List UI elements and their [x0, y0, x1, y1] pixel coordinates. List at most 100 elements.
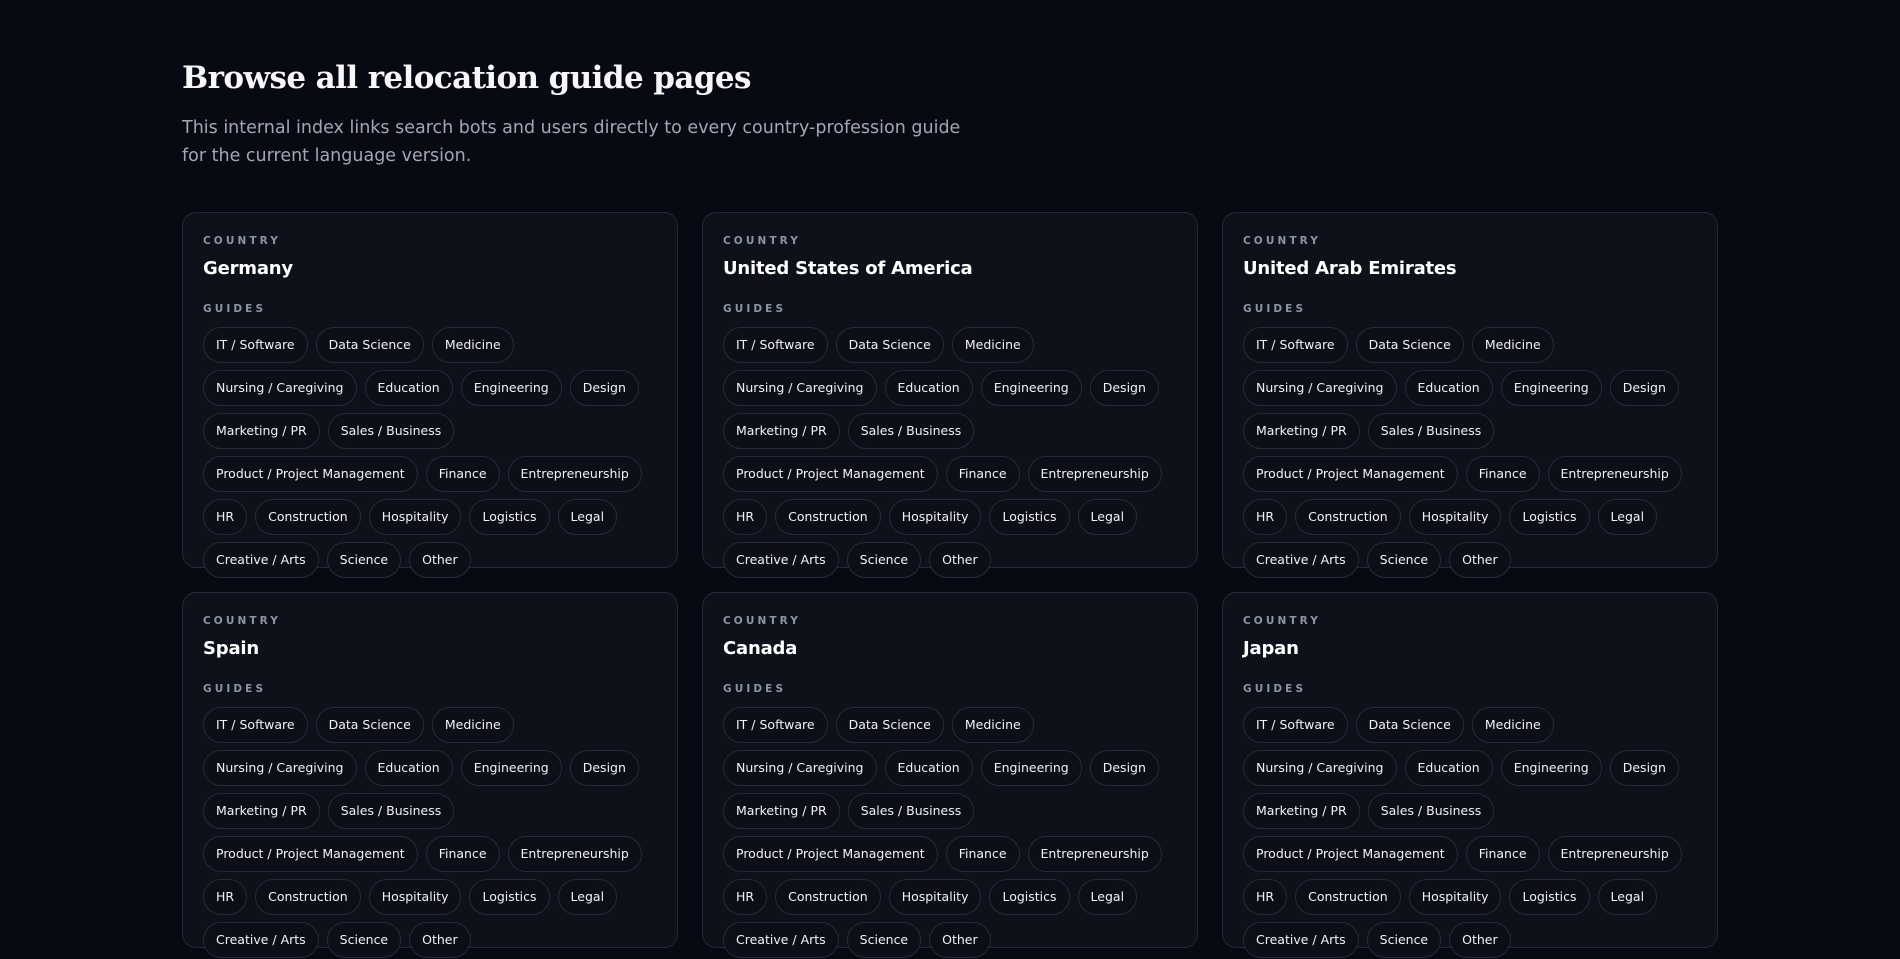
guide-link-science[interactable]: Science: [326, 542, 402, 578]
guide-link-other[interactable]: Other: [1449, 542, 1511, 578]
guide-link-other[interactable]: Other: [929, 542, 991, 578]
guide-link-sales-business[interactable]: Sales / Business: [327, 413, 455, 449]
guide-link-sales-business[interactable]: Sales / Business: [847, 413, 975, 449]
guide-link-marketing-pr[interactable]: Marketing / PR: [1243, 793, 1360, 829]
guide-link-education[interactable]: Education: [364, 750, 453, 786]
guide-link-finance[interactable]: Finance: [945, 456, 1020, 492]
guide-link-creative-arts[interactable]: Creative / Arts: [723, 542, 839, 578]
guide-link-science[interactable]: Science: [846, 922, 922, 958]
guide-link-legal[interactable]: Legal: [1077, 879, 1138, 915]
guide-link-logistics[interactable]: Logistics: [469, 879, 550, 915]
guide-link-hospitality[interactable]: Hospitality: [1408, 499, 1502, 535]
guide-link-education[interactable]: Education: [1404, 750, 1493, 786]
guide-link-finance[interactable]: Finance: [1465, 456, 1540, 492]
guide-link-data-science[interactable]: Data Science: [1355, 707, 1464, 743]
guide-link-product-project-management[interactable]: Product / Project Management: [723, 456, 938, 492]
guide-link-nursing-caregiving[interactable]: Nursing / Caregiving: [723, 750, 877, 786]
guide-link-hospitality[interactable]: Hospitality: [888, 879, 982, 915]
guide-link-education[interactable]: Education: [1404, 370, 1493, 406]
guide-link-construction[interactable]: Construction: [775, 879, 881, 915]
guide-link-nursing-caregiving[interactable]: Nursing / Caregiving: [203, 750, 357, 786]
guide-link-education[interactable]: Education: [884, 750, 973, 786]
guide-link-creative-arts[interactable]: Creative / Arts: [203, 922, 319, 958]
guide-link-nursing-caregiving[interactable]: Nursing / Caregiving: [1243, 370, 1397, 406]
guide-link-education[interactable]: Education: [884, 370, 973, 406]
guide-link-other[interactable]: Other: [929, 922, 991, 958]
guide-link-marketing-pr[interactable]: Marketing / PR: [203, 413, 320, 449]
guide-link-hr[interactable]: HR: [723, 879, 768, 915]
guide-link-data-science[interactable]: Data Science: [315, 327, 424, 363]
guide-link-it-software[interactable]: IT / Software: [203, 707, 308, 743]
guide-link-logistics[interactable]: Logistics: [989, 499, 1070, 535]
guide-link-other[interactable]: Other: [1449, 922, 1511, 958]
guide-link-science[interactable]: Science: [846, 542, 922, 578]
guide-link-hr[interactable]: HR: [1243, 879, 1288, 915]
guide-link-creative-arts[interactable]: Creative / Arts: [1243, 922, 1359, 958]
guide-link-entrepreneurship[interactable]: Entrepreneurship: [1027, 456, 1162, 492]
guide-link-legal[interactable]: Legal: [1597, 499, 1658, 535]
guide-link-science[interactable]: Science: [1366, 922, 1442, 958]
guide-link-construction[interactable]: Construction: [775, 499, 881, 535]
guide-link-product-project-management[interactable]: Product / Project Management: [1243, 836, 1458, 872]
guide-link-engineering[interactable]: Engineering: [980, 370, 1082, 406]
guide-link-entrepreneurship[interactable]: Entrepreneurship: [507, 456, 642, 492]
guide-link-medicine[interactable]: Medicine: [951, 327, 1034, 363]
guide-link-design[interactable]: Design: [1609, 370, 1679, 406]
guide-link-hospitality[interactable]: Hospitality: [368, 879, 462, 915]
guide-link-legal[interactable]: Legal: [557, 879, 618, 915]
guide-link-marketing-pr[interactable]: Marketing / PR: [723, 793, 840, 829]
guide-link-medicine[interactable]: Medicine: [1471, 707, 1554, 743]
guide-link-sales-business[interactable]: Sales / Business: [1367, 793, 1495, 829]
guide-link-engineering[interactable]: Engineering: [460, 750, 562, 786]
guide-link-it-software[interactable]: IT / Software: [723, 707, 828, 743]
guide-link-nursing-caregiving[interactable]: Nursing / Caregiving: [203, 370, 357, 406]
guide-link-engineering[interactable]: Engineering: [980, 750, 1082, 786]
guide-link-creative-arts[interactable]: Creative / Arts: [723, 922, 839, 958]
guide-link-design[interactable]: Design: [569, 370, 639, 406]
guide-link-entrepreneurship[interactable]: Entrepreneurship: [1547, 836, 1682, 872]
guide-link-product-project-management[interactable]: Product / Project Management: [203, 836, 418, 872]
guide-link-product-project-management[interactable]: Product / Project Management: [723, 836, 938, 872]
guide-link-design[interactable]: Design: [1609, 750, 1679, 786]
guide-link-hr[interactable]: HR: [203, 879, 248, 915]
guide-link-creative-arts[interactable]: Creative / Arts: [203, 542, 319, 578]
guide-link-logistics[interactable]: Logistics: [989, 879, 1070, 915]
guide-link-hr[interactable]: HR: [1243, 499, 1288, 535]
guide-link-legal[interactable]: Legal: [1597, 879, 1658, 915]
guide-link-education[interactable]: Education: [364, 370, 453, 406]
guide-link-logistics[interactable]: Logistics: [469, 499, 550, 535]
guide-link-science[interactable]: Science: [1366, 542, 1442, 578]
guide-link-finance[interactable]: Finance: [945, 836, 1020, 872]
guide-link-construction[interactable]: Construction: [1295, 499, 1401, 535]
guide-link-finance[interactable]: Finance: [425, 456, 500, 492]
guide-link-data-science[interactable]: Data Science: [1355, 327, 1464, 363]
guide-link-entrepreneurship[interactable]: Entrepreneurship: [507, 836, 642, 872]
guide-link-product-project-management[interactable]: Product / Project Management: [203, 456, 418, 492]
guide-link-nursing-caregiving[interactable]: Nursing / Caregiving: [1243, 750, 1397, 786]
guide-link-legal[interactable]: Legal: [557, 499, 618, 535]
guide-link-engineering[interactable]: Engineering: [1500, 750, 1602, 786]
guide-link-other[interactable]: Other: [409, 922, 471, 958]
guide-link-creative-arts[interactable]: Creative / Arts: [1243, 542, 1359, 578]
guide-link-it-software[interactable]: IT / Software: [1243, 707, 1348, 743]
guide-link-it-software[interactable]: IT / Software: [723, 327, 828, 363]
guide-link-design[interactable]: Design: [569, 750, 639, 786]
guide-link-engineering[interactable]: Engineering: [1500, 370, 1602, 406]
guide-link-engineering[interactable]: Engineering: [460, 370, 562, 406]
guide-link-logistics[interactable]: Logistics: [1509, 879, 1590, 915]
guide-link-hospitality[interactable]: Hospitality: [1408, 879, 1502, 915]
guide-link-hospitality[interactable]: Hospitality: [368, 499, 462, 535]
guide-link-marketing-pr[interactable]: Marketing / PR: [723, 413, 840, 449]
guide-link-finance[interactable]: Finance: [425, 836, 500, 872]
guide-link-entrepreneurship[interactable]: Entrepreneurship: [1027, 836, 1162, 872]
guide-link-science[interactable]: Science: [326, 922, 402, 958]
guide-link-medicine[interactable]: Medicine: [951, 707, 1034, 743]
guide-link-data-science[interactable]: Data Science: [835, 707, 944, 743]
guide-link-data-science[interactable]: Data Science: [835, 327, 944, 363]
guide-link-legal[interactable]: Legal: [1077, 499, 1138, 535]
guide-link-sales-business[interactable]: Sales / Business: [327, 793, 455, 829]
guide-link-design[interactable]: Design: [1089, 750, 1159, 786]
guide-link-sales-business[interactable]: Sales / Business: [847, 793, 975, 829]
guide-link-design[interactable]: Design: [1089, 370, 1159, 406]
guide-link-medicine[interactable]: Medicine: [1471, 327, 1554, 363]
